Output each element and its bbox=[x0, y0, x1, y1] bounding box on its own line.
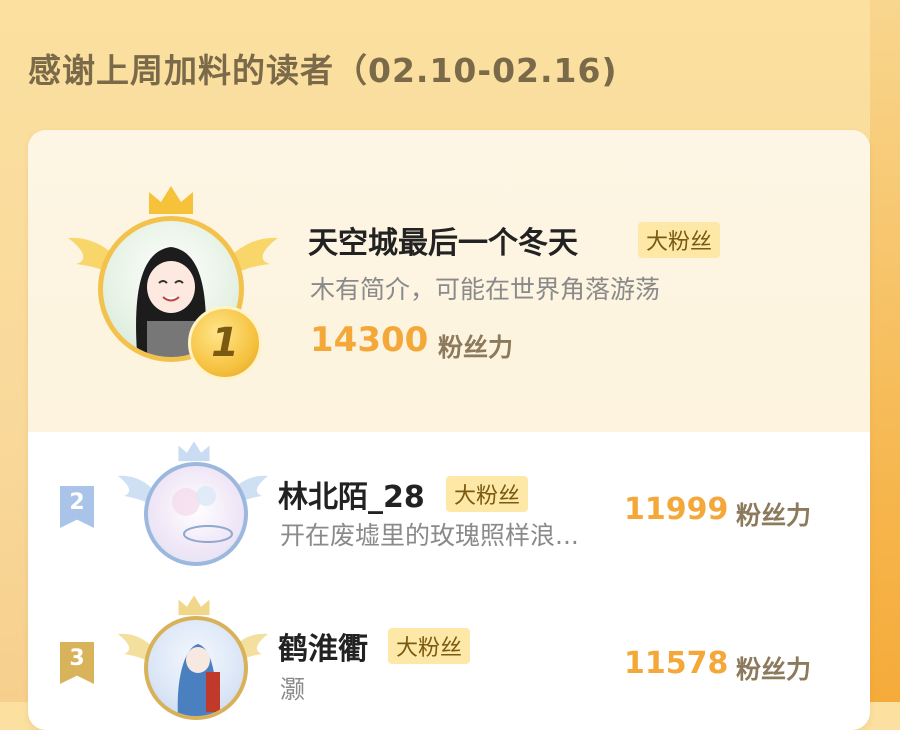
rank-ribbon: 3 bbox=[60, 642, 94, 684]
fan-power-unit: 粉丝力 bbox=[438, 333, 514, 362]
rank-badge: 1 bbox=[188, 306, 262, 380]
big-fan-badge: 大粉丝 bbox=[638, 222, 721, 258]
avatar[interactable] bbox=[144, 616, 248, 720]
avatar[interactable] bbox=[144, 462, 248, 566]
fan-power-score: 14300 bbox=[310, 320, 429, 360]
silver-crown-icon bbox=[178, 441, 210, 462]
big-fan-badge: 大粉丝 bbox=[446, 476, 529, 512]
big-fan-badge: 大粉丝 bbox=[388, 628, 471, 664]
page-title: 感谢上周加料的读者（02.10-02.16) bbox=[28, 51, 618, 90]
gold-crown-icon bbox=[149, 186, 193, 214]
fan-power-unit: 粉丝力 bbox=[736, 501, 812, 530]
reader-bio: 木有简介，可能在世界角落游荡 bbox=[310, 275, 661, 304]
reader-name: 天空城最后一个冬天 bbox=[308, 226, 578, 261]
fan-power-score: 11578 bbox=[624, 646, 729, 681]
rank-ribbon: 2 bbox=[60, 486, 94, 528]
leaderboard-card: 1 天空城最后一个冬天 大粉丝 木有简介，可能在世界角落游荡 14300 粉丝力… bbox=[28, 130, 870, 730]
background-strip bbox=[870, 0, 900, 702]
reader-name: 林北陌_28 bbox=[278, 480, 425, 515]
leaderboard-entry-1[interactable]: 1 天空城最后一个冬天 大粉丝 木有简介，可能在世界角落游荡 14300 粉丝力 bbox=[28, 130, 870, 432]
fan-power-unit: 粉丝力 bbox=[736, 655, 812, 684]
avatar-illustration bbox=[172, 486, 233, 543]
reader-bio: 灏 bbox=[280, 675, 306, 704]
reader-bio: 开在废墟里的玫瑰照样浪... bbox=[280, 521, 579, 550]
fan-power-score: 11999 bbox=[624, 492, 729, 527]
bronze-crown-icon bbox=[178, 595, 210, 616]
reader-name: 鹤淮衢 bbox=[278, 632, 368, 667]
